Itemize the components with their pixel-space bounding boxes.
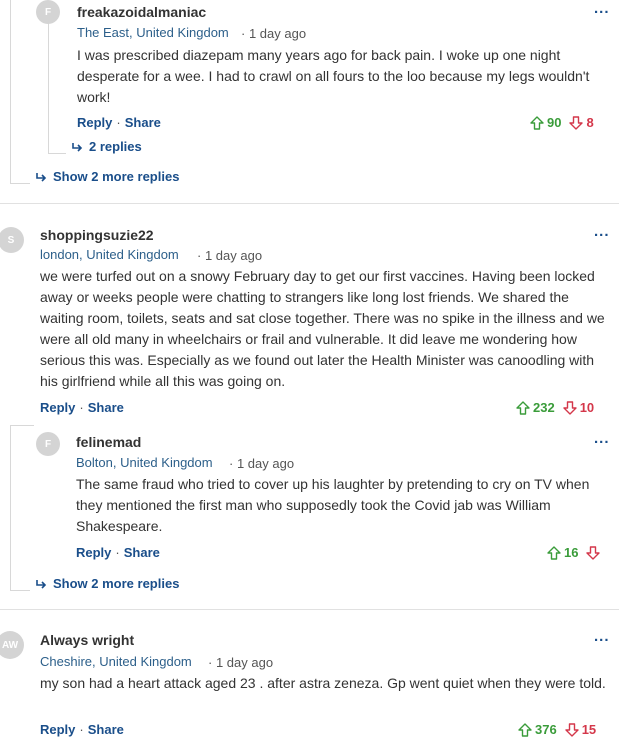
comment-actions: Reply · Share (77, 115, 161, 130)
thread-line (10, 425, 11, 590)
downvote-button[interactable]: 15 (565, 722, 596, 737)
vote-bar: 376 15 (518, 722, 596, 737)
more-options-icon[interactable]: ... (594, 1, 610, 16)
share-button[interactable]: Share (88, 400, 124, 415)
thread-line (48, 153, 66, 154)
comment-author[interactable]: Always wright (40, 632, 134, 648)
avatar[interactable]: F (36, 0, 60, 24)
reply-arrow-icon (36, 172, 47, 182)
show-more-replies-link[interactable]: Show 2 more replies (36, 576, 179, 591)
comment-separator (0, 203, 619, 204)
avatar[interactable]: F (36, 432, 60, 456)
reply-button[interactable]: Reply (40, 400, 75, 415)
comment-actions: Reply · Share (40, 722, 124, 737)
avatar[interactable]: S (0, 227, 24, 253)
comment-actions: Reply · Share (40, 400, 124, 415)
thread-line (10, 0, 11, 183)
upvote-button[interactable]: 232 (516, 400, 555, 415)
comment-location: The East, United Kingdom (77, 25, 229, 40)
thread-line (10, 183, 30, 184)
comment-author[interactable]: freakazoidalmaniac (77, 4, 206, 20)
comment-body: The same fraud who tried to cover up his… (76, 476, 590, 534)
reply-button[interactable]: Reply (77, 115, 112, 130)
arrow-up-icon (547, 545, 561, 560)
comment-author[interactable]: shoppingsuzie22 (40, 227, 154, 243)
share-button[interactable]: Share (88, 722, 124, 737)
reply-button[interactable]: Reply (40, 722, 75, 737)
avatar[interactable]: AW (0, 631, 24, 659)
vote-bar: 16 (547, 545, 603, 560)
more-options-icon[interactable]: ... (594, 224, 610, 239)
thread-line (10, 590, 30, 591)
view-replies-link[interactable]: 2 replies (72, 139, 142, 154)
arrow-up-icon (518, 722, 532, 737)
reply-button[interactable]: Reply (76, 545, 111, 560)
show-more-replies-link[interactable]: Show 2 more replies (36, 169, 179, 184)
more-options-icon[interactable]: ... (594, 431, 610, 446)
arrow-up-icon (516, 400, 530, 415)
comment-body: my son had a heart attack aged 23 . afte… (40, 675, 606, 691)
comment-location: Bolton, United Kingdom (76, 455, 213, 470)
upvote-button[interactable]: 16 (547, 545, 578, 560)
upvote-button[interactable]: 376 (518, 722, 557, 737)
downvote-button[interactable]: 8 (569, 115, 594, 130)
reply-arrow-icon (36, 579, 47, 589)
downvote-button[interactable] (586, 545, 603, 560)
reply-arrow-icon (72, 142, 83, 152)
arrow-down-icon (563, 400, 577, 415)
comment-author[interactable]: felinemad (76, 434, 141, 450)
downvote-button[interactable]: 10 (563, 400, 594, 415)
comment-body: I was prescribed diazepam many years ago… (77, 47, 590, 105)
comment-separator (0, 609, 619, 610)
share-button[interactable]: Share (125, 115, 161, 130)
comment-time: · 1 day ago (241, 26, 307, 41)
comment-time: · 1 day ago (208, 655, 274, 670)
comment-location: Cheshire, United Kingdom (40, 654, 192, 669)
thread-line (10, 425, 34, 426)
arrow-down-icon (586, 545, 601, 560)
arrow-down-icon (569, 115, 584, 130)
arrow-down-icon (565, 722, 579, 737)
vote-bar: 232 10 (516, 400, 594, 415)
thread-line (48, 18, 49, 153)
comment-body: we were turfed out on a snowy February d… (40, 268, 605, 389)
more-options-icon[interactable]: ... (594, 629, 610, 644)
comment-actions: Reply · Share (76, 545, 160, 560)
comment-location: london, United Kingdom (40, 247, 179, 262)
upvote-button[interactable]: 90 (530, 115, 561, 130)
comment-time: · 1 day ago (229, 456, 295, 471)
share-button[interactable]: Share (124, 545, 160, 560)
comment-time: · 1 day ago (197, 248, 263, 263)
arrow-up-icon (530, 115, 544, 130)
vote-bar: 90 8 (530, 115, 594, 130)
